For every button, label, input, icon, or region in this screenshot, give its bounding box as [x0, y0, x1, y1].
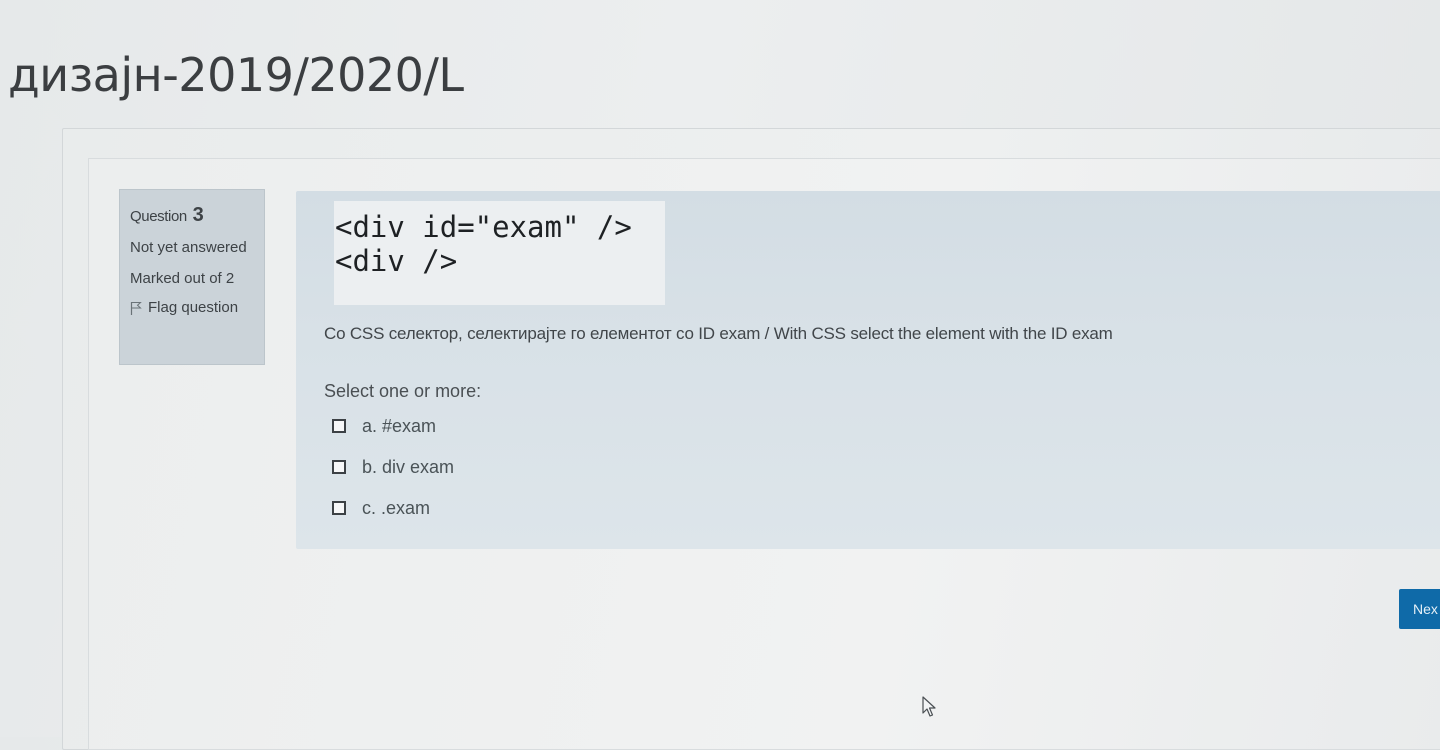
question-text: Со CSS селектор, селектирајте го елемент… — [324, 324, 1113, 343]
answer-option-a[interactable]: a. #exam — [332, 414, 454, 438]
question-marks: Marked out of 2 — [130, 270, 235, 287]
question-number: 3 — [192, 204, 204, 226]
answer-label-a[interactable]: a. #exam — [362, 416, 436, 437]
flag-question-label: Flag question — [148, 299, 239, 316]
flag-question-link[interactable]: Flag question — [130, 299, 254, 316]
code-snippet: <div id="exam" /> <div /> — [334, 201, 665, 305]
answer-checkbox-a[interactable] — [332, 419, 346, 433]
code-line: <div /> — [335, 244, 458, 278]
answer-checkbox-c[interactable] — [332, 501, 346, 515]
flag-icon — [130, 301, 142, 315]
next-page-button[interactable]: Nex — [1399, 589, 1440, 629]
answer-list: a. #exam b. div exam c. .exam — [332, 414, 454, 537]
code-line: <div id="exam" /> — [335, 210, 632, 244]
mouse-pointer-icon — [922, 696, 936, 717]
question-info-panel: Question 3 Not yet answered Marked out o… — [119, 189, 265, 365]
answer-label-c[interactable]: c. .exam — [362, 498, 430, 519]
question-state: Not yet answered — [130, 239, 247, 256]
answer-option-c[interactable]: c. .exam — [332, 496, 454, 520]
answer-label-b[interactable]: b. div exam — [362, 457, 454, 478]
answer-option-b[interactable]: b. div exam — [332, 455, 454, 479]
page-title: дизајн-2019/2020/L — [8, 48, 464, 102]
answer-checkbox-b[interactable] — [332, 460, 346, 474]
question-number-line: Question 3 — [130, 204, 254, 227]
answer-prompt: Select one or more: — [324, 381, 482, 401]
question-label: Question — [130, 208, 187, 225]
